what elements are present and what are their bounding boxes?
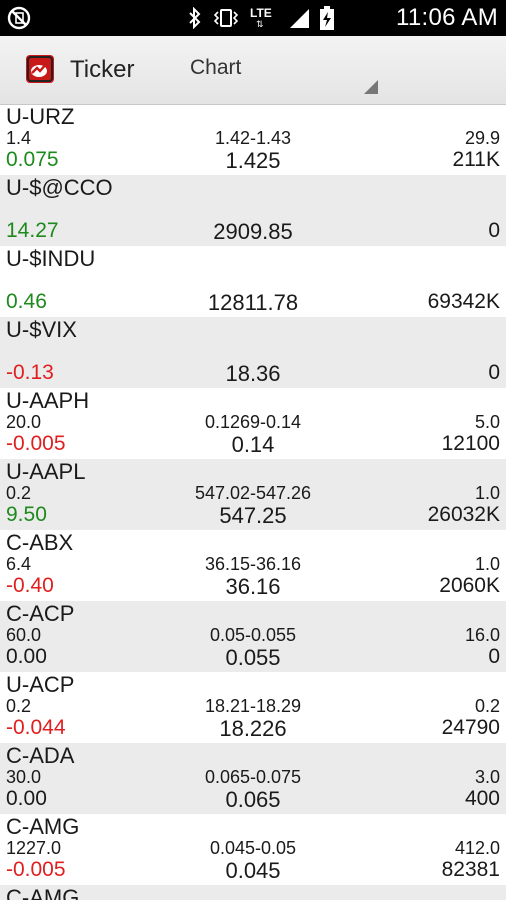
volume-value: 82381: [441, 858, 500, 881]
day-range: 36.15-36.16: [204, 554, 302, 574]
quote-symbol: U-URZ: [6, 104, 75, 129]
last-price: 1.425: [225, 148, 281, 173]
view-selector-dropdown[interactable]: Chart: [190, 56, 380, 100]
quote-symbol: C-ABX: [6, 530, 74, 555]
size-value: 1.0: [474, 483, 500, 503]
last-price: 0.055: [225, 645, 281, 670]
quote-row[interactable]: U-AAPH 20.0 0.1269-0.14 5.0 -0.005 0.14 12100: [0, 388, 506, 459]
quote-row[interactable]: U-URZ 1.4 1.42-1.43 29.9 0.075 1.425 211K: [0, 104, 506, 175]
quote-row[interactable]: C-ACP 60.0 0.05-0.055 16.0 0.00 0.055 0: [0, 601, 506, 672]
last-price: 0.065: [225, 787, 281, 812]
status-time: 11:06 AM: [395, 4, 498, 31]
day-range: 547.02-547.26: [194, 483, 312, 503]
quote-symbol: C-ACP: [6, 601, 75, 626]
quote-symbol: U-$INDU: [6, 246, 96, 271]
status-bar: LTE ⇅ 11:06 AM: [0, 0, 506, 36]
volume-value: 0: [488, 219, 500, 242]
app-bar: Ticker Chart: [0, 36, 506, 105]
size-value: 3.0: [474, 767, 500, 787]
data-arrows-icon: ⇅: [256, 19, 264, 29]
last-price: 18.226: [219, 716, 287, 741]
list-item-partial[interactable]: C-AMG: [0, 885, 506, 900]
size-value: 16.0: [464, 625, 500, 645]
size-value: 29.9: [464, 128, 500, 148]
last-price: 36.16: [225, 574, 281, 599]
size-value: 5.0: [474, 412, 500, 432]
day-range: 18.21-18.29: [204, 696, 302, 716]
lte-label: LTE: [250, 6, 272, 20]
quote-row[interactable]: C-ADA 30.0 0.065-0.075 3.0 0.00 0.065 400: [0, 743, 506, 814]
dropdown-arrow-icon: [364, 80, 378, 94]
quote-symbol: U-$VIX: [6, 317, 77, 342]
last-price: 0.045: [225, 858, 281, 883]
battery-charging-icon: [320, 6, 334, 30]
day-range: 1.42-1.43: [214, 128, 292, 148]
quote-row[interactable]: C-AMG 1227.0 0.045-0.05 412.0 -0.005 0.045 823…: [0, 814, 506, 885]
last-price: 0.14: [231, 432, 275, 457]
quote-row[interactable]: U-ACP 0.2 18.21-18.29 0.2 -0.044 18.226 24790: [0, 672, 506, 743]
quote-symbol: U-AAPL: [6, 459, 86, 484]
bluetooth-icon: [189, 7, 201, 29]
volume-value: 211K: [452, 148, 501, 171]
view-selector-label: Chart: [190, 56, 242, 79]
day-range: 0.1269-0.14: [204, 412, 302, 432]
quote-list[interactable]: U-URZ 1.4 1.42-1.43 29.9 0.075 1.425 211K U-$@C…: [0, 104, 506, 900]
volume-value: 2060K: [439, 574, 500, 597]
volume-value: 24790: [441, 716, 500, 739]
app-logo-icon[interactable]: [25, 54, 55, 84]
volume-value: 400: [464, 787, 500, 810]
app-title: Ticker: [70, 56, 135, 83]
lte-indicator: LTE ⇅: [250, 6, 278, 30]
quote-row[interactable]: U-$@CCO 14.27 2909.85 0: [0, 175, 506, 246]
day-range: 0.05-0.055: [209, 625, 297, 645]
day-range: 0.045-0.05: [209, 838, 297, 858]
quote-row[interactable]: C-ABX 6.4 36.15-36.16 1.0 -0.40 36.16 2060K: [0, 530, 506, 601]
volume-value: 0: [488, 645, 500, 668]
last-price: 18.36: [225, 361, 281, 386]
quote-symbol: U-$@CCO: [6, 175, 113, 200]
signal-icon: [290, 9, 309, 28]
size-value: 412.0: [454, 838, 500, 858]
quote-row[interactable]: U-AAPL 0.2 547.02-547.26 1.0 9.50 547.25 26032…: [0, 459, 506, 530]
vibrate-icon: [213, 9, 239, 27]
quote-symbol: C-ADA: [6, 743, 75, 768]
quote-row[interactable]: U-$VIX -0.13 18.36 0: [0, 317, 506, 388]
day-range: 0.065-0.075: [204, 767, 302, 787]
no-sim-icon: [7, 6, 31, 30]
volume-value: 12100: [441, 432, 500, 455]
size-value: 1.0: [474, 554, 500, 574]
last-price: 2909.85: [213, 219, 293, 244]
volume-value: 0: [488, 361, 500, 384]
volume-value: 69342K: [427, 290, 500, 313]
quote-symbol: U-ACP: [6, 672, 75, 697]
quote-row[interactable]: U-$INDU 0.46 12811.78 69342K: [0, 246, 506, 317]
size-value: 0.2: [474, 696, 500, 716]
status-icons: LTE ⇅: [188, 6, 334, 30]
quote-symbol: C-AMG: [6, 885, 80, 900]
volume-value: 26032K: [427, 503, 500, 526]
quote-symbol: U-AAPH: [6, 388, 90, 413]
quote-symbol: C-AMG: [6, 814, 80, 839]
